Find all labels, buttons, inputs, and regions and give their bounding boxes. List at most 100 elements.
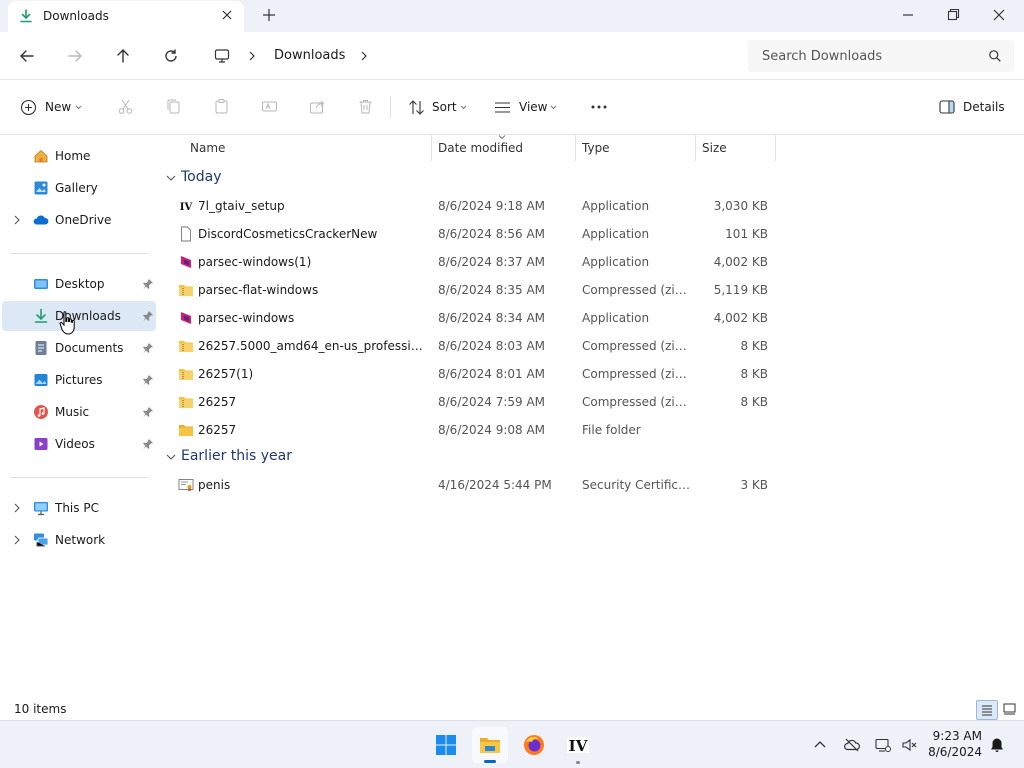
pin-icon[interactable] [142, 438, 154, 450]
sidebar-item-home[interactable]: Home [2, 141, 156, 171]
new-button[interactable]: New [20, 98, 84, 118]
refresh-icon[interactable] [162, 47, 180, 65]
chevron-right-icon[interactable] [248, 51, 256, 61]
tiles-view-button[interactable] [999, 700, 1021, 720]
videos-icon [34, 438, 48, 450]
parsec-icon [181, 256, 191, 268]
sidebar-item-this-pc[interactable]: This PC [2, 493, 156, 523]
volume-muted-icon[interactable] [901, 737, 917, 753]
this-pc-icon [34, 502, 48, 516]
sidebar-item-documents[interactable]: Documents [2, 333, 156, 363]
sort-button[interactable]: Sort [408, 98, 470, 118]
taskbar-gtaiv[interactable]: IV [560, 727, 596, 764]
monitor-icon[interactable] [214, 48, 230, 64]
details-view-button[interactable] [976, 700, 998, 720]
firefox-icon [524, 735, 544, 755]
pin-icon[interactable] [142, 310, 154, 322]
title-bar: Downloads [0, 0, 1024, 32]
minimize-icon[interactable] [899, 7, 917, 23]
table-row[interactable]: IV 7l_gtaiv_setup 8/6/2024 9:18 AM Appli… [170, 192, 780, 220]
paste-icon[interactable] [213, 98, 230, 115]
sidebar-item-desktop[interactable]: Desktop [2, 269, 156, 299]
search-icon[interactable] [988, 49, 1002, 63]
close-window-icon[interactable] [990, 7, 1008, 23]
group-header-earlier-this-year[interactable]: Earlier this year [166, 445, 366, 469]
gtaiv-icon: IV [567, 737, 589, 755]
table-row[interactable]: DiscordCosmeticsCrackerNew 8/6/2024 8:56… [170, 220, 780, 248]
details-button[interactable]: Details [939, 98, 1011, 118]
divider [390, 96, 391, 118]
active-indicator [484, 760, 496, 763]
chevron-right-icon[interactable] [12, 503, 22, 513]
copy-icon[interactable] [165, 98, 182, 115]
table-row[interactable]: parsec-flat-windows 8/6/2024 8:35 AM Com… [170, 276, 780, 304]
pictures-icon [34, 374, 48, 386]
chevron-right-icon[interactable] [12, 215, 22, 225]
table-row[interactable]: 26257.5000_amd64_en-us_professional_a...… [170, 332, 780, 360]
chevron-down-icon[interactable] [166, 453, 176, 461]
search-box[interactable] [748, 40, 1014, 72]
table-row[interactable]: 26257 8/6/2024 9:08 AM File folder [170, 416, 780, 444]
running-indicator [576, 761, 580, 764]
column-header-date-modified[interactable]: Date modified [432, 135, 576, 161]
start-button[interactable] [428, 727, 464, 763]
clock-date[interactable]: 8/6/2024 [922, 745, 982, 759]
chevron-right-icon[interactable] [360, 51, 368, 61]
onedrive-offline-icon[interactable] [844, 737, 860, 753]
certificate-icon [178, 479, 194, 492]
sort-arrows-icon [409, 100, 424, 115]
chevron-up-icon[interactable] [812, 737, 828, 753]
cut-icon[interactable] [117, 98, 134, 115]
notification-bell-icon[interactable] [989, 737, 1005, 753]
table-row[interactable]: parsec-windows 8/6/2024 8:34 AM Applicat… [170, 304, 780, 332]
sidebar-item-gallery[interactable]: Gallery [2, 173, 156, 203]
breadcrumb[interactable]: Downloads [204, 38, 734, 74]
zip-folder-icon [179, 369, 193, 380]
sidebar-item-videos[interactable]: Videos [2, 429, 156, 459]
sidebar-item-downloads[interactable]: Downloads [2, 301, 156, 331]
sidebar-item-network[interactable]: Network [2, 525, 156, 555]
sidebar-item-onedrive[interactable]: OneDrive [2, 205, 156, 235]
restore-icon[interactable] [944, 7, 962, 23]
column-header-name[interactable]: Name [184, 135, 432, 161]
zip-folder-icon [179, 285, 193, 296]
pin-icon[interactable] [142, 406, 154, 418]
file-explorer-icon [480, 738, 500, 753]
column-header-type[interactable]: Type [576, 135, 696, 161]
more-options-icon[interactable] [590, 98, 608, 116]
taskbar-file-explorer[interactable] [472, 727, 508, 763]
breadcrumb-downloads[interactable]: Downloads [274, 48, 345, 63]
network-status-icon[interactable] [875, 737, 891, 753]
sidebar-item-pictures[interactable]: Pictures [2, 365, 156, 395]
details-view-icon [982, 705, 992, 716]
view-button[interactable]: View [494, 98, 560, 118]
rename-icon[interactable] [261, 98, 278, 115]
chevron-right-icon[interactable] [12, 535, 22, 545]
back-arrow-icon[interactable] [18, 47, 36, 65]
share-icon[interactable] [309, 98, 326, 115]
delete-icon[interactable] [357, 98, 374, 115]
table-row[interactable]: penis 4/16/2024 5:44 PM Security Certifi… [170, 471, 780, 499]
table-row[interactable]: 26257(1) 8/6/2024 8:01 AM Compressed (zi… [170, 360, 780, 388]
clock-time[interactable]: 9:23 AM [922, 729, 982, 743]
taskbar-firefox[interactable] [516, 727, 552, 763]
sidebar-item-music[interactable]: Music [2, 397, 156, 427]
new-tab-icon[interactable] [262, 8, 276, 22]
search-input[interactable] [762, 47, 982, 65]
table-row[interactable]: 26257 8/6/2024 7:59 AM Compressed (zipp.… [170, 388, 780, 416]
column-header-size[interactable]: Size [696, 135, 776, 161]
table-row[interactable]: parsec-windows(1) 8/6/2024 8:37 AM Appli… [170, 248, 780, 276]
forward-arrow-icon[interactable] [66, 47, 84, 65]
sidebar-divider [10, 253, 148, 254]
parsec-icon [181, 312, 191, 324]
close-icon[interactable] [220, 8, 234, 22]
zip-folder-icon [179, 341, 193, 352]
pin-icon[interactable] [142, 342, 154, 354]
group-header-today[interactable]: Today [166, 166, 366, 190]
pin-icon[interactable] [142, 278, 154, 290]
up-arrow-icon[interactable] [114, 47, 132, 65]
chevron-down-icon[interactable] [166, 174, 176, 182]
tab-downloads[interactable]: Downloads [8, 1, 244, 32]
tab-title: Downloads [43, 9, 109, 23]
pin-icon[interactable] [142, 374, 154, 386]
